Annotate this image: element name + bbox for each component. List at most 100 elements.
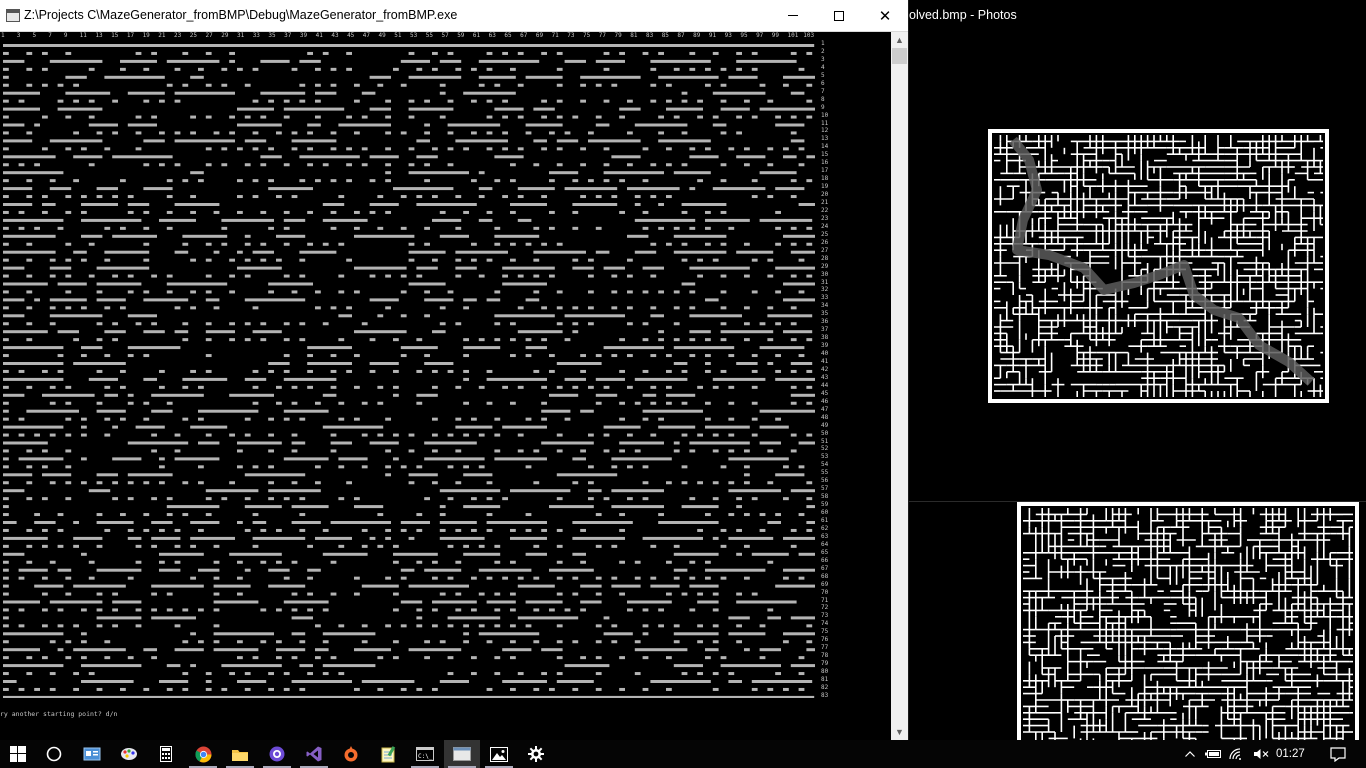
row-number: 11 — [821, 119, 829, 127]
row-number: 10 — [821, 111, 829, 119]
console-scrollbar[interactable]: ▲ ▼ — [891, 32, 908, 740]
origin-button[interactable] — [333, 740, 369, 768]
column-number: 23 — [174, 32, 182, 39]
row-number: 71 — [821, 596, 829, 604]
row-number: 51 — [821, 437, 829, 445]
column-number: 43 — [331, 32, 339, 39]
start-button[interactable] — [0, 740, 36, 768]
console-window[interactable]: Z:\Projects C\MazeGenerator_fromBMP\Debu… — [0, 0, 909, 740]
id-card-icon — [83, 747, 101, 761]
console-window-title: Z:\Projects C\MazeGenerator_fromBMP\Debu… — [24, 8, 458, 22]
column-number: 29 — [221, 32, 229, 39]
row-number: 56 — [821, 477, 829, 485]
photo-icon — [490, 746, 508, 762]
row-number: 46 — [821, 397, 829, 405]
column-number: 67 — [520, 32, 528, 39]
volume-button[interactable] — [1250, 740, 1272, 768]
media-app-button[interactable] — [259, 740, 295, 768]
row-number: 68 — [821, 572, 829, 580]
photos-window-solved[interactable]: olved.bmp - Photos — [909, 0, 1366, 500]
column-number: 87 — [677, 32, 685, 39]
row-number: 21 — [821, 199, 829, 206]
network-button[interactable] — [1226, 740, 1248, 768]
notepad-button[interactable] — [370, 740, 406, 768]
row-number: 62 — [821, 524, 829, 532]
column-number: 91 — [708, 32, 717, 39]
row-number: 57 — [821, 485, 829, 493]
taskbar-clock[interactable]: 01:27 — [1276, 740, 1305, 768]
scroll-up-arrow-icon[interactable]: ▲ — [891, 32, 908, 48]
column-number: 77 — [598, 32, 606, 39]
calculator-button[interactable] — [148, 740, 184, 768]
record-icon — [269, 746, 285, 762]
row-number: 78 — [821, 652, 829, 660]
row-number: 8 — [821, 95, 825, 103]
column-number: 63 — [488, 32, 496, 39]
column-number: 71 — [551, 32, 559, 39]
file-explorer-button[interactable] — [222, 740, 258, 768]
unsolved-maze-image — [1017, 502, 1359, 741]
action-center-button[interactable] — [1320, 740, 1356, 768]
console-output[interactable]: 1 3 5 7 9 11 13 15 17 19 21 23 25 27 29 31 33 35 37 39 41 43 4… — [0, 32, 891, 740]
scroll-down-arrow-icon[interactable]: ▼ — [891, 724, 908, 740]
maximize-button[interactable] — [816, 0, 862, 31]
windows-logo-icon — [10, 746, 26, 762]
row-number: 14 — [821, 143, 829, 151]
row-number: 54 — [821, 461, 829, 469]
row-number: 67 — [821, 564, 829, 572]
row-number: 34 — [821, 302, 829, 310]
row-number: 39 — [821, 342, 829, 350]
scroll-thumb[interactable] — [892, 48, 907, 64]
column-number: 39 — [299, 32, 308, 39]
chrome-button[interactable] — [185, 740, 221, 768]
close-button[interactable]: ✕ — [862, 0, 908, 31]
column-number: 1 — [1, 32, 5, 39]
console-prompt: ry another starting point? d/n — [0, 710, 118, 718]
row-number: 44 — [821, 381, 829, 389]
row-number: 23 — [821, 214, 829, 222]
row-number: 83 — [821, 691, 829, 699]
row-number: 4 — [821, 63, 825, 71]
row-number: 82 — [821, 683, 829, 691]
row-number: 52 — [821, 445, 829, 453]
row-number: 22 — [821, 206, 829, 214]
calculator-icon — [160, 746, 172, 762]
battery-button[interactable] — [1202, 740, 1224, 768]
console-app-button[interactable] — [444, 740, 480, 768]
row-number: 31 — [821, 278, 829, 286]
column-number: 95 — [740, 32, 748, 39]
column-number: 21 — [158, 32, 166, 39]
column-number: 5 — [32, 32, 37, 39]
row-number: 25 — [821, 230, 829, 238]
wifi-icon — [1229, 748, 1241, 760]
visual-studio-button[interactable] — [296, 740, 332, 768]
minimize-icon — [788, 15, 798, 16]
settings-button[interactable] — [518, 740, 554, 768]
battery-icon — [1205, 750, 1221, 758]
ascii-maze-output — [3, 44, 815, 698]
notepad-icon — [381, 745, 395, 762]
photos-window-unsolved[interactable] — [909, 501, 1366, 741]
row-number: 79 — [821, 660, 829, 668]
row-number: 29 — [821, 262, 829, 270]
row-number: 43 — [821, 373, 829, 381]
row-number: 32 — [821, 286, 829, 294]
paint-button[interactable] — [111, 740, 147, 768]
row-number: 9 — [821, 103, 825, 111]
chevron-up-icon — [1185, 751, 1195, 757]
column-number: 69 — [535, 32, 544, 39]
row-number: 37 — [821, 326, 829, 334]
cortana-button[interactable] — [36, 740, 72, 768]
row-number: 64 — [821, 540, 829, 548]
show-hidden-icons-button[interactable] — [1180, 740, 1200, 768]
row-number: 58 — [821, 493, 829, 501]
window-icon — [453, 747, 471, 761]
row-number: 38 — [821, 334, 829, 342]
column-number: 37 — [284, 32, 292, 39]
photos-button[interactable] — [481, 740, 517, 768]
command-prompt-button[interactable]: C:\_ — [407, 740, 443, 768]
minimize-button[interactable] — [770, 0, 816, 31]
console-title-bar[interactable]: Z:\Projects C\MazeGenerator_fromBMP\Debu… — [0, 0, 908, 32]
row-number: 17 — [821, 167, 829, 175]
task-view-button[interactable] — [74, 740, 110, 768]
